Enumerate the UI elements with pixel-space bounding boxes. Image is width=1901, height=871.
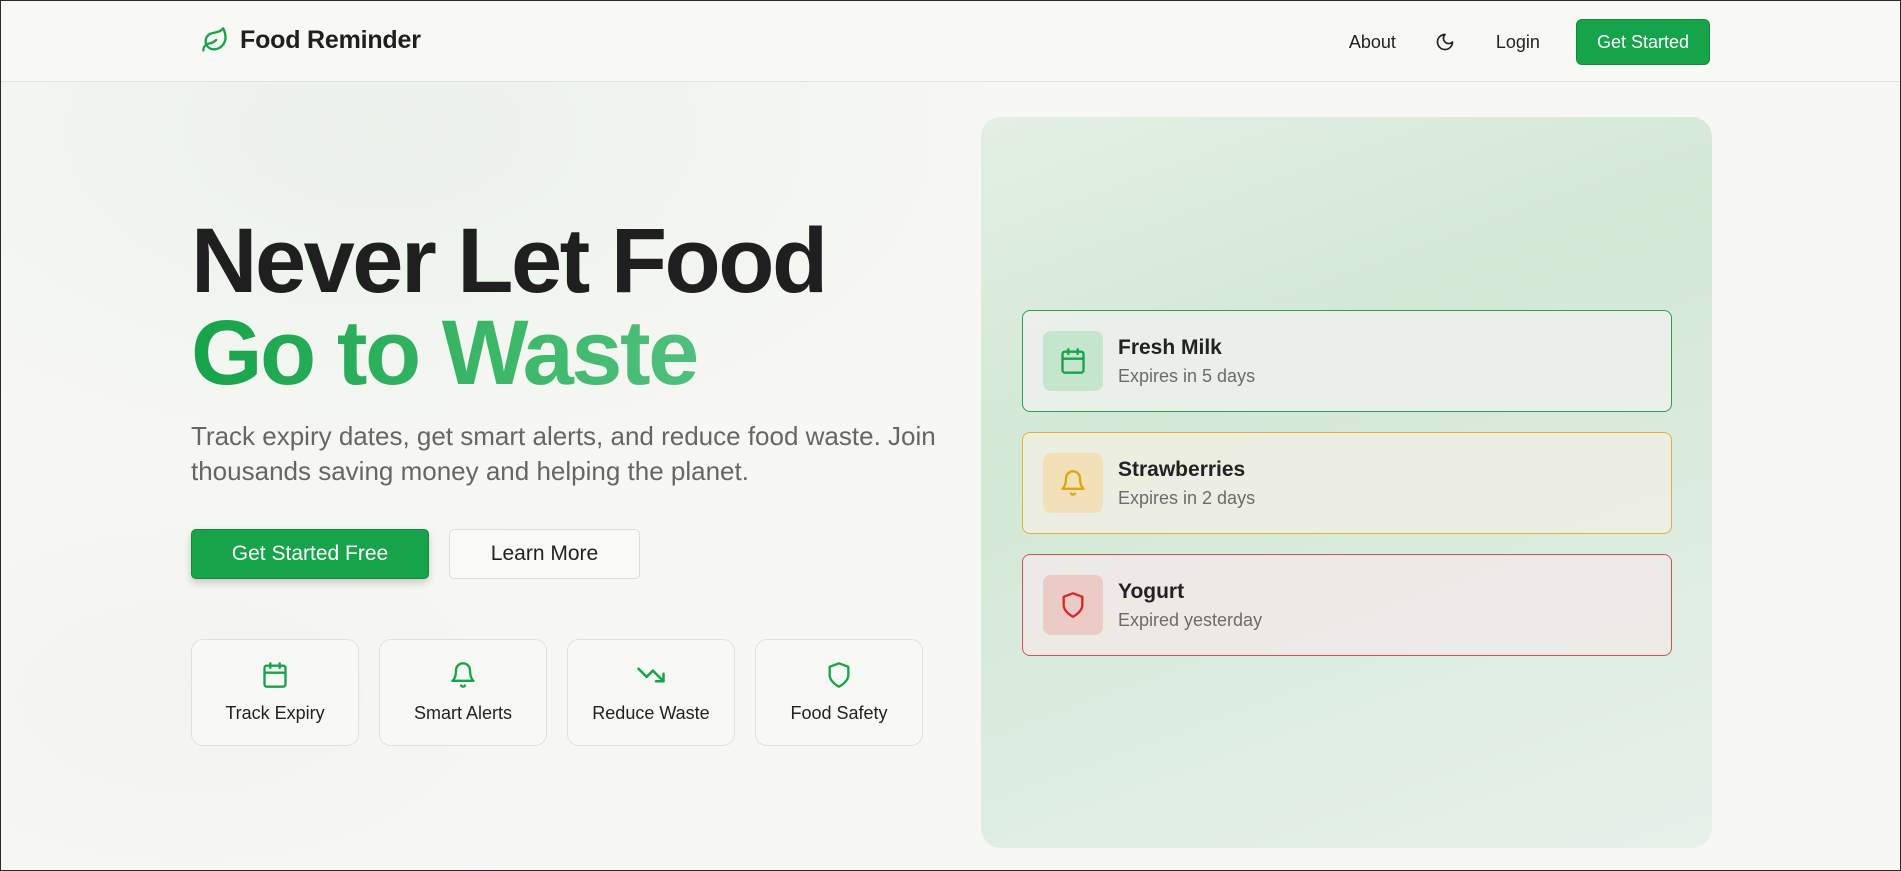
item-text: Yogurt Expired yesterday [1118,580,1262,631]
hero-title: Never Let Food Go to Waste [191,210,828,399]
brand-name: Food Reminder [240,25,421,54]
item-status: Expired yesterday [1118,609,1263,630]
learn-more-button[interactable]: Learn More [449,529,640,579]
feature-label: Reduce Waste [592,703,710,723]
hero-title-line2: Go to Waste [191,307,826,399]
moon-icon [1436,33,1454,51]
feature-label: Track Expiry [225,703,325,723]
item-icon-box [1043,575,1103,635]
nav-login-link[interactable]: Login [1496,32,1540,53]
item-name: Strawberries [1118,457,1246,481]
feature-label: Food Safety [790,703,888,723]
hero-subtitle: Track expiry dates, get smart alerts, an… [191,421,936,486]
food-item-card: Fresh Milk Expires in 5 days [1022,310,1672,412]
food-item-card: Strawberries Expires in 2 days [1022,432,1672,534]
item-text: Fresh Milk Expires in 5 days [1118,336,1255,387]
shield-icon [1062,592,1084,618]
item-status: Expires in 2 days [1118,487,1256,508]
preview-panel: Fresh Milk Expires in 5 days Strawberrie… [981,117,1712,848]
item-name: Fresh Milk [1118,335,1222,359]
shield-icon [824,660,854,690]
feature-list: Track Expiry Smart Alerts Reduce Waste F… [191,639,923,746]
feature-card-reduce-waste: Reduce Waste [567,639,735,746]
feature-card-food-safety: Food Safety [755,639,923,746]
theme-toggle-button[interactable] [1432,29,1458,55]
item-status: Expires in 5 days [1118,365,1256,386]
feature-label: Smart Alerts [413,703,513,723]
bell-icon [448,660,478,690]
nav-about-link[interactable]: About [1349,32,1396,53]
hero-title-line1: Never Let Food [191,210,828,312]
calendar-icon [260,660,290,690]
get-started-button[interactable]: Get Started [1575,19,1710,65]
brand[interactable]: Food Reminder [200,25,421,55]
feature-card-track-expiry: Track Expiry [191,639,359,746]
bell-icon [1061,470,1085,496]
item-icon-box [1043,331,1103,391]
trending-down-icon [636,660,666,690]
main-nav: About Login Get Started [1349,19,1710,65]
leaf-icon [200,25,230,55]
site-header: Food Reminder About Login Get Started [1,1,1900,82]
feature-card-smart-alerts: Smart Alerts [379,639,547,746]
calendar-icon [1061,348,1085,374]
item-icon-box [1043,453,1103,513]
food-item-card: Yogurt Expired yesterday [1022,554,1672,656]
item-text: Strawberries Expires in 2 days [1118,458,1255,509]
cta-row: Get Started Free Learn More [191,529,640,579]
item-name: Yogurt [1118,579,1185,603]
get-started-free-button[interactable]: Get Started Free [191,529,429,579]
